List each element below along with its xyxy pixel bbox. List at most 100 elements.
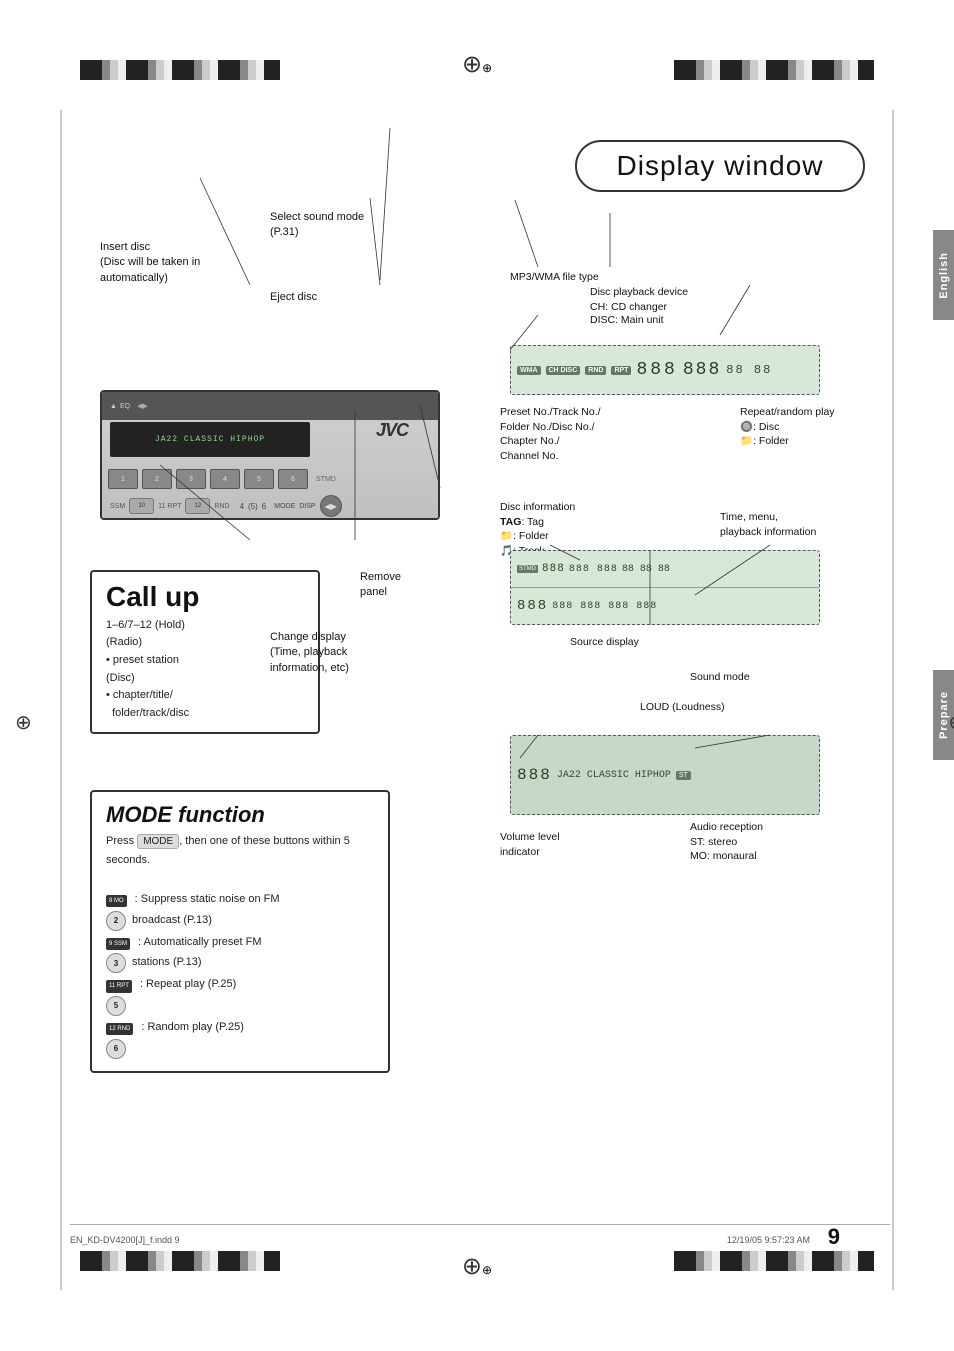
eject-disc-label: Eject disc — [270, 290, 370, 305]
display-window-box: Display window — [575, 140, 866, 192]
display-window-title: Display window — [550, 140, 890, 192]
bot-mode-badge: ST — [676, 771, 691, 780]
footer-line — [70, 1224, 890, 1225]
mid-extra-digits: 888 888 888 888 — [552, 601, 657, 612]
change-display-label: Change display(Time, playbackinformation… — [270, 630, 420, 676]
device-display-area: JA22 CLASSIC HIPHOP — [110, 422, 310, 457]
reg-bar-top-right — [674, 60, 874, 80]
loud-label: LOUD (Loudness) — [640, 700, 725, 715]
preset-btn-1[interactable]: 1 — [108, 469, 138, 489]
mode-btn-5[interactable]: 5 — [106, 996, 126, 1016]
audio-reception-label: Audio receptionST: stereoMO: monaural — [690, 820, 763, 864]
mode-badge-rpt: 11 RPT — [106, 980, 132, 992]
top-digits-2: 888 — [683, 360, 721, 380]
mode-item-1b: 2 broadcast (P.13) — [106, 911, 374, 931]
volume-level-label: Volume levelindicator — [500, 830, 560, 859]
sound-mode-label: Sound mode — [690, 670, 750, 685]
time-menu-label: Time, menu,playback information — [720, 510, 816, 539]
right-digits: 88 88 — [726, 363, 772, 377]
device-logo: JVC — [376, 420, 408, 441]
mid-seg-3: 88 88 88 — [622, 564, 670, 575]
display-middle-box: STMD 888 888 888 88 88 88 888 888 888 88… — [510, 550, 820, 625]
repeat-random-label: Repeat/random play 🔘: Disc 📁: Folder — [740, 405, 870, 449]
rpt-indicator: RPT — [611, 366, 631, 375]
margin-line-right — [892, 110, 894, 1290]
mode-btn-6[interactable]: 6 — [106, 1039, 126, 1059]
callup-title: Call up — [106, 582, 304, 613]
mode-text-ssm-2: stations (P.13) — [132, 953, 202, 972]
callup-line1: 1–6/7–12 (Hold) — [106, 619, 185, 631]
insert-disc-label: Insert disc(Disc will be taken inautomat… — [100, 240, 250, 286]
page-number: 9 — [828, 1224, 840, 1250]
mid-seg-2: 888 888 — [569, 564, 618, 575]
disc-playback-label: Disc playback device — [590, 285, 688, 300]
mode-title: MODE function — [106, 802, 374, 828]
display-top-box: WMA CH DISC RND RPT 888 888 88 88 — [510, 345, 820, 395]
left-section: Select sound mode(P.31) Insert disc(Disc… — [70, 210, 470, 1110]
stmd-badge: STMD — [517, 565, 538, 573]
mode-intro: Press MODE, then one of these buttons wi… — [106, 832, 374, 869]
mode-text-mo: : Suppress static noise on FM — [135, 890, 280, 909]
preset-btn-5[interactable]: 5 — [244, 469, 274, 489]
device-unit: ▲ EQ ◀▶ JA22 CLASSIC HIPHOP JVC 1 2 3 4 … — [100, 390, 440, 520]
disc-main-label: DISC: Main unit — [590, 313, 664, 328]
mode-badge-rnd: 12 RND — [106, 1023, 133, 1035]
english-label: English — [938, 252, 950, 299]
callup-disc-detail: • chapter/title/ folder/track/disc — [106, 689, 189, 719]
volume-knob[interactable]: ◀▶ — [320, 495, 342, 517]
side-tab-english: English — [933, 230, 954, 320]
preset-btn-4[interactable]: 4 — [210, 469, 240, 489]
mode-text-ssm: : Automatically preset FM — [138, 933, 262, 952]
crosshair-top: ⊕ — [462, 50, 492, 80]
folder-icon-label: 📁: Folder — [740, 435, 789, 447]
ch-indicator: CH DISC — [546, 366, 581, 375]
preset-btn-3[interactable]: 3 — [176, 469, 206, 489]
device-buttons-row: 1 2 3 4 5 6 STMD — [102, 464, 438, 494]
footer-text-right: 12/19/05 9:57:23 AM — [727, 1235, 810, 1245]
disc-icon-label: 🔘: Disc — [740, 421, 779, 433]
preset-btn-6[interactable]: 6 — [278, 469, 308, 489]
bot-mid-text: JA22 CLASSIC HIPHOP — [557, 770, 671, 781]
mode-item-1: 8 MO : Suppress static noise on FM — [106, 890, 374, 909]
mode-text-mo-2: broadcast (P.13) — [132, 911, 212, 930]
wma-indicator: WMA — [517, 366, 541, 375]
footer-text-left: EN_KD-DV4200[J]_f.indd 9 — [70, 1235, 180, 1245]
top-digits: 888 — [636, 360, 677, 380]
mode-item-4b: 6 — [106, 1039, 374, 1059]
mode-body: Press MODE, then one of these buttons wi… — [106, 832, 374, 1059]
reg-bar-top-left — [80, 60, 280, 80]
preset-btn-2[interactable]: 2 — [142, 469, 172, 489]
bot-main-digits: 888 — [517, 766, 552, 784]
mode-badge-mo: 8 MO — [106, 895, 127, 907]
mid-main-digits: 888 — [517, 598, 548, 614]
mode-btn-3[interactable]: 3 — [106, 953, 126, 973]
margin-line-left — [60, 110, 62, 1290]
callup-preset: • preset station — [106, 654, 179, 666]
mode-item-2b: 3 stations (P.13) — [106, 953, 374, 973]
mode-box: MODE function Press MODE, then one of th… — [90, 790, 390, 1073]
device-top-strip: ▲ EQ ◀▶ — [102, 392, 438, 420]
display-bottom-box: 888 JA22 CLASSIC HIPHOP ST — [510, 735, 820, 815]
callup-disc: (Disc) — [106, 672, 135, 684]
mid-seg-1: 888 — [542, 563, 565, 575]
mode-item-3: 11 RPT : Repeat play (P.25) — [106, 975, 374, 994]
mode-btn-2[interactable]: 2 — [106, 911, 126, 931]
mode-badge-ssm: 9 SSM — [106, 938, 130, 950]
device-bottom-row: SSM 10 11 RPT 12 RND 4 (5) 6 MODE DISP ◀… — [102, 492, 438, 520]
right-section: MP3/WMA file type Disc playback device C… — [510, 190, 870, 1110]
rnd-indicator: RND — [585, 366, 606, 375]
main-content: Display window English Prepare Select so… — [70, 110, 890, 1290]
preset-no-label: Preset No./Track No./Folder No./Disc No.… — [500, 405, 660, 464]
right-crosshair: ⊕ — [948, 710, 954, 735]
select-sound-mode-label: Select sound mode(P.31) — [270, 210, 410, 241]
display-window-label: Display window — [617, 150, 824, 181]
small-btn-1[interactable]: 10 — [129, 498, 154, 514]
mode-text-rnd: : Random play (P.25) — [141, 1018, 244, 1037]
mode-text-rpt: : Repeat play (P.25) — [140, 975, 236, 994]
mode-item-3b: 5 — [106, 996, 374, 1016]
small-btn-2[interactable]: 12 — [185, 498, 210, 514]
callup-radio: (Radio) — [106, 636, 142, 648]
mode-item-2: 9 SSM : Automatically preset FM — [106, 933, 374, 952]
mode-item-4: 12 RND : Random play (P.25) — [106, 1018, 374, 1037]
device-face: ▲ EQ ◀▶ JA22 CLASSIC HIPHOP JVC 1 2 3 4 … — [102, 392, 438, 518]
